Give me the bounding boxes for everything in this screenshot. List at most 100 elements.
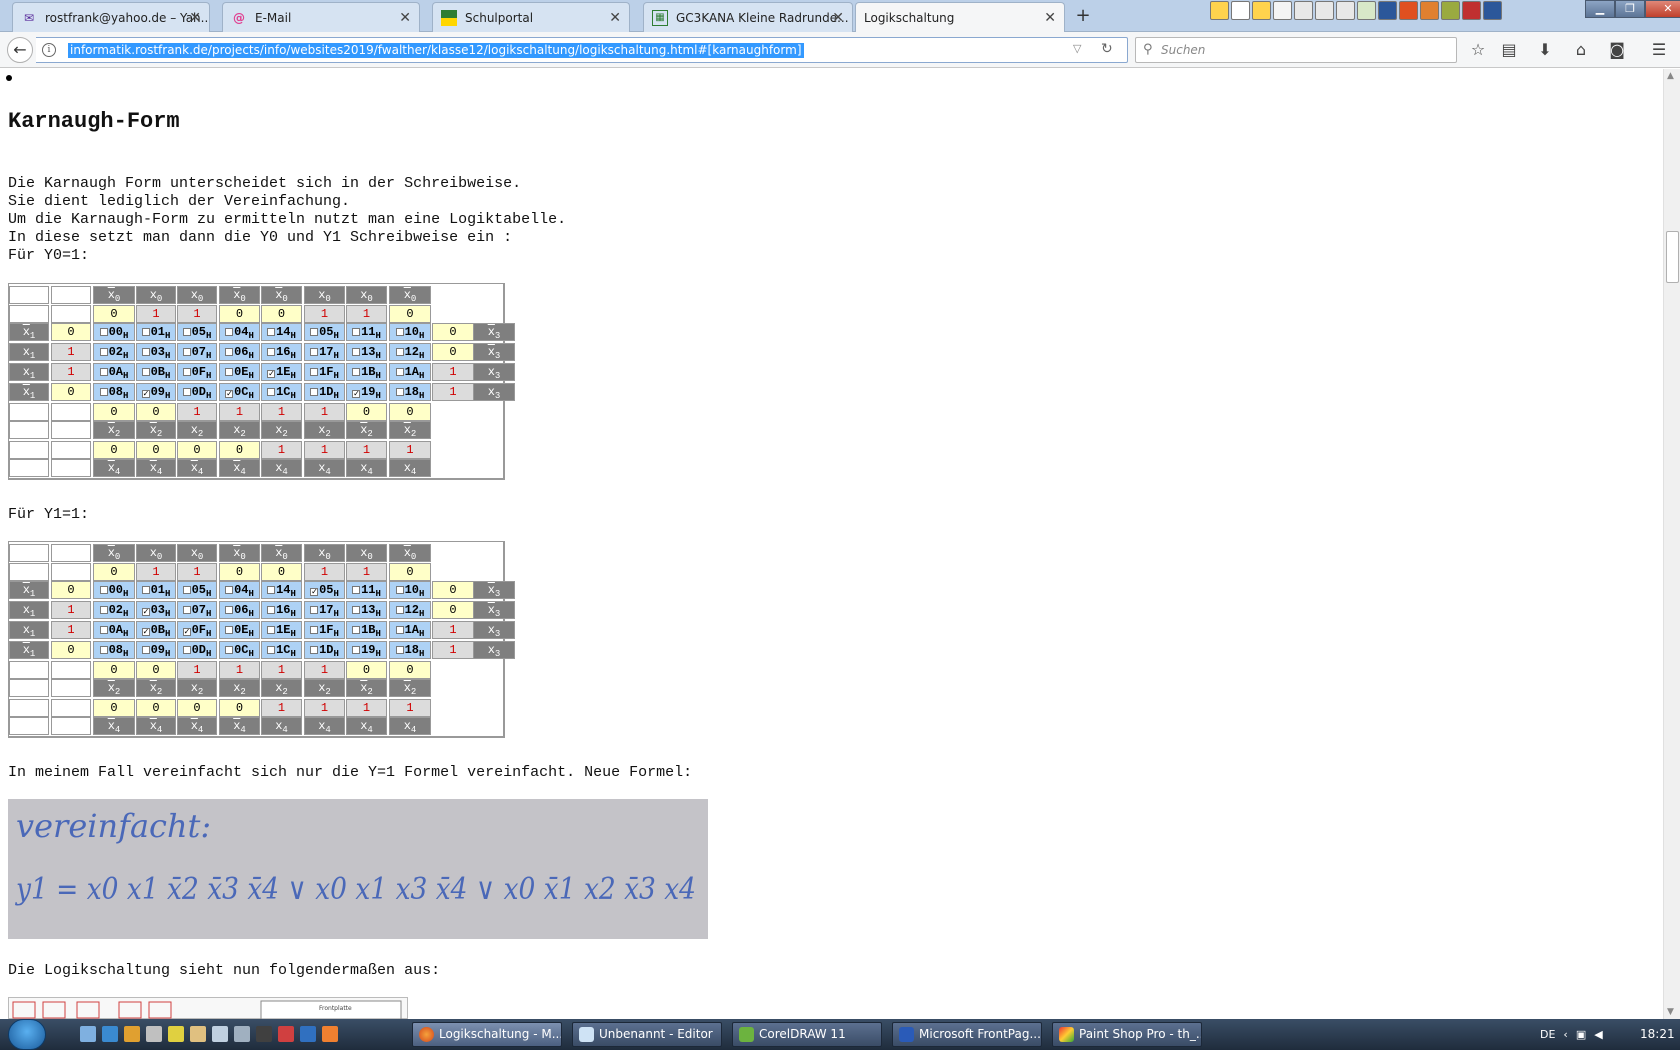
minterm-checkbox[interactable]: ✓ [352, 390, 361, 399]
taskbar-button-firefox[interactable]: Logikschaltung - M... [412, 1022, 562, 1047]
minterm-checkbox[interactable] [352, 328, 361, 336]
minterm-checkbox[interactable] [225, 606, 234, 614]
extension-icon[interactable] [1441, 1, 1460, 20]
kmap-minterm-cell[interactable]: 1CH [261, 641, 302, 659]
minterm-checkbox[interactable] [395, 626, 404, 634]
minterm-checkbox[interactable] [99, 626, 108, 634]
quick-launch-icon[interactable] [322, 1026, 338, 1042]
menu-icon[interactable]: ☰ [1648, 40, 1670, 59]
minterm-checkbox[interactable] [99, 328, 108, 336]
quick-launch-icon[interactable] [168, 1026, 184, 1042]
minterm-checkbox[interactable] [99, 368, 108, 376]
kmap-minterm-cell[interactable]: 10H [389, 323, 431, 341]
kmap-minterm-cell[interactable]: 05H [177, 581, 217, 599]
kmap-minterm-cell[interactable]: ✓0BH [136, 621, 176, 639]
minterm-checkbox[interactable]: ✓ [182, 628, 191, 637]
kmap-minterm-cell[interactable]: ✓0CH [219, 383, 260, 401]
tab-email[interactable]: @ E-Mail ✕ [222, 2, 420, 32]
quick-launch-icon[interactable] [190, 1026, 206, 1042]
extension-icon[interactable] [1462, 1, 1481, 20]
tab-schulportal[interactable]: Schulportal ✕ [432, 2, 630, 32]
taskbar-button-editor[interactable]: Unbenannt - Editor [572, 1022, 722, 1047]
minterm-checkbox[interactable] [225, 626, 234, 634]
close-icon[interactable]: ✕ [1044, 10, 1056, 26]
kmap-minterm-cell[interactable]: 1FH [304, 363, 345, 381]
minterm-checkbox[interactable] [141, 328, 150, 336]
kmap-minterm-cell[interactable]: 16H [261, 343, 302, 361]
minterm-checkbox[interactable] [310, 368, 319, 376]
kmap-minterm-cell[interactable]: 1BH [346, 621, 387, 639]
kmap-minterm-cell[interactable]: 0CH [219, 641, 260, 659]
minterm-checkbox[interactable] [352, 368, 361, 376]
minterm-checkbox[interactable] [225, 328, 234, 336]
quick-launch-icon[interactable] [146, 1026, 162, 1042]
extension-icon[interactable] [1483, 1, 1502, 20]
minterm-checkbox[interactable]: ✓ [310, 588, 319, 597]
kmap-minterm-cell[interactable]: 1DH [304, 383, 345, 401]
kmap-minterm-cell[interactable]: 11H [346, 581, 387, 599]
minterm-checkbox[interactable] [225, 646, 234, 654]
scroll-up-icon[interactable]: ▲ [1667, 71, 1674, 81]
tab-logikschaltung[interactable]: Logikschaltung ✕ [855, 2, 1065, 33]
kmap-minterm-cell[interactable]: 18H [389, 383, 431, 401]
kmap-minterm-cell[interactable]: 1DH [304, 641, 345, 659]
reload-icon[interactable]: ↻ [1101, 41, 1113, 57]
extension-icon[interactable] [1273, 1, 1292, 20]
start-button[interactable] [8, 1019, 46, 1050]
minterm-checkbox[interactable] [352, 606, 361, 614]
kmap-minterm-cell[interactable]: 0FH [177, 363, 217, 381]
minterm-checkbox[interactable] [395, 586, 404, 594]
quick-launch-icon[interactable] [278, 1026, 294, 1042]
vertical-scrollbar[interactable]: ▲ ▼ [1663, 69, 1680, 1019]
taskbar-button-frontpage[interactable]: Microsoft FrontPag... [892, 1022, 1042, 1047]
kmap-minterm-cell[interactable]: 02H [93, 601, 135, 619]
back-button[interactable]: ← [7, 37, 33, 63]
tray-expand-icon[interactable]: ‹ [1563, 1028, 1567, 1041]
kmap-minterm-cell[interactable]: ✓05H [304, 581, 345, 599]
scroll-down-icon[interactable]: ▼ [1667, 1007, 1674, 1017]
kmap-minterm-cell[interactable]: 1FH [304, 621, 345, 639]
quick-launch-icon[interactable] [80, 1026, 96, 1042]
extension-icon[interactable] [1378, 1, 1397, 20]
minterm-checkbox[interactable]: ✓ [225, 390, 234, 399]
home-icon[interactable]: ⌂ [1570, 40, 1592, 59]
kmap-minterm-cell[interactable]: ✓0FH [177, 621, 217, 639]
minterm-checkbox[interactable]: ✓ [267, 370, 276, 379]
kmap-minterm-cell[interactable]: 07H [177, 343, 217, 361]
minterm-checkbox[interactable] [267, 388, 276, 396]
extension-icon[interactable] [1336, 1, 1355, 20]
extension-icon[interactable] [1231, 1, 1250, 20]
pocket-icon[interactable]: ◙ [1606, 40, 1628, 59]
minterm-checkbox[interactable] [182, 586, 191, 594]
quick-launch-icon[interactable] [256, 1026, 272, 1042]
kmap-minterm-cell[interactable]: 17H [304, 601, 345, 619]
minterm-checkbox[interactable] [310, 388, 319, 396]
new-tab-button[interactable]: + [1072, 5, 1094, 27]
kmap-minterm-cell[interactable]: 07H [177, 601, 217, 619]
kmap-minterm-cell[interactable]: 12H [389, 601, 431, 619]
minterm-checkbox[interactable] [141, 586, 150, 594]
extension-icon[interactable] [1315, 1, 1334, 20]
close-icon[interactable]: ✕ [609, 10, 621, 26]
kmap-minterm-cell[interactable]: 05H [304, 323, 345, 341]
minterm-checkbox[interactable] [395, 348, 404, 356]
minterm-checkbox[interactable] [267, 646, 276, 654]
quick-launch-icon[interactable] [102, 1026, 118, 1042]
minterm-checkbox[interactable] [267, 586, 276, 594]
kmap-minterm-cell[interactable]: 08H [93, 641, 135, 659]
kmap-minterm-cell[interactable]: 02H [93, 343, 135, 361]
minterm-checkbox[interactable] [395, 328, 404, 336]
extension-icon[interactable] [1420, 1, 1439, 20]
minterm-checkbox[interactable] [141, 646, 150, 654]
kmap-minterm-cell[interactable]: 17H [304, 343, 345, 361]
minterm-checkbox[interactable] [395, 368, 404, 376]
search-bar[interactable]: ⚲ Suchen [1135, 37, 1457, 63]
minterm-checkbox[interactable] [182, 368, 191, 376]
info-icon[interactable]: i [42, 43, 56, 57]
kmap-minterm-cell[interactable]: 00H [93, 323, 135, 341]
minterm-checkbox[interactable] [352, 626, 361, 634]
minterm-checkbox[interactable] [99, 606, 108, 614]
kmap-minterm-cell[interactable]: 04H [219, 581, 260, 599]
close-icon[interactable]: ✕ [189, 10, 201, 26]
kmap-minterm-cell[interactable]: 1EH [261, 621, 302, 639]
